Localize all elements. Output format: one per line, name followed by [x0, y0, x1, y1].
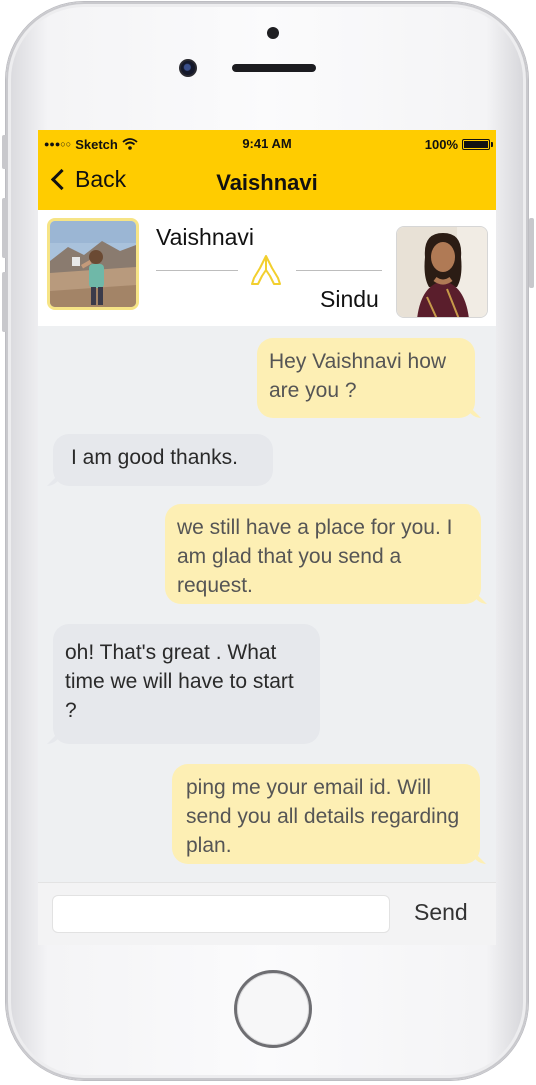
- volume-down-button: [2, 272, 7, 332]
- send-button[interactable]: Send: [414, 899, 468, 926]
- top-bar: ●●●○○ Sketch 9:41 AM 100% Back Vaishnavi: [38, 130, 496, 211]
- message-bubble-outgoing[interactable]: Hey Vaishnavi how are you ?: [257, 338, 475, 418]
- message-bubble-incoming[interactable]: I am good thanks.: [53, 434, 273, 486]
- match-header: Vaishnavi Sindu: [38, 210, 496, 326]
- app-screen: ●●●○○ Sketch 9:41 AM 100% Back Vaishnavi: [38, 130, 496, 945]
- power-button: [529, 218, 534, 288]
- message-bubble-outgoing[interactable]: ping me your email id. Will send you all…: [172, 764, 480, 864]
- avatar-vaishnavi[interactable]: [47, 218, 139, 310]
- battery-percent: 100%: [424, 136, 458, 152]
- status-battery: 100%: [424, 136, 493, 152]
- message-bubble-outgoing[interactable]: we still have a place for you. I am glad…: [165, 504, 481, 604]
- battery-icon: [462, 138, 493, 150]
- proximity-sensor: [267, 27, 279, 39]
- divider-right: [296, 270, 382, 271]
- message-composer: Send: [38, 882, 496, 945]
- earpiece-speaker: [232, 64, 316, 72]
- message-bubble-incoming[interactable]: oh! That's great . What time we will hav…: [53, 624, 320, 744]
- match-name-left: Vaishnavi: [156, 224, 255, 250]
- mute-switch: [2, 135, 7, 169]
- volume-up-button: [2, 198, 7, 258]
- profile-photo-left: [50, 221, 136, 307]
- page-title: Vaishnavi: [216, 170, 318, 195]
- match-name-right: Sindu: [320, 286, 379, 312]
- avatar-sindu[interactable]: [396, 226, 488, 318]
- front-camera-icon: [179, 59, 197, 77]
- message-input[interactable]: [52, 895, 390, 933]
- profile-photo-right: [397, 227, 487, 317]
- home-button[interactable]: [234, 970, 312, 1048]
- divider-left: [156, 270, 238, 271]
- namaste-hands-icon: [251, 255, 281, 285]
